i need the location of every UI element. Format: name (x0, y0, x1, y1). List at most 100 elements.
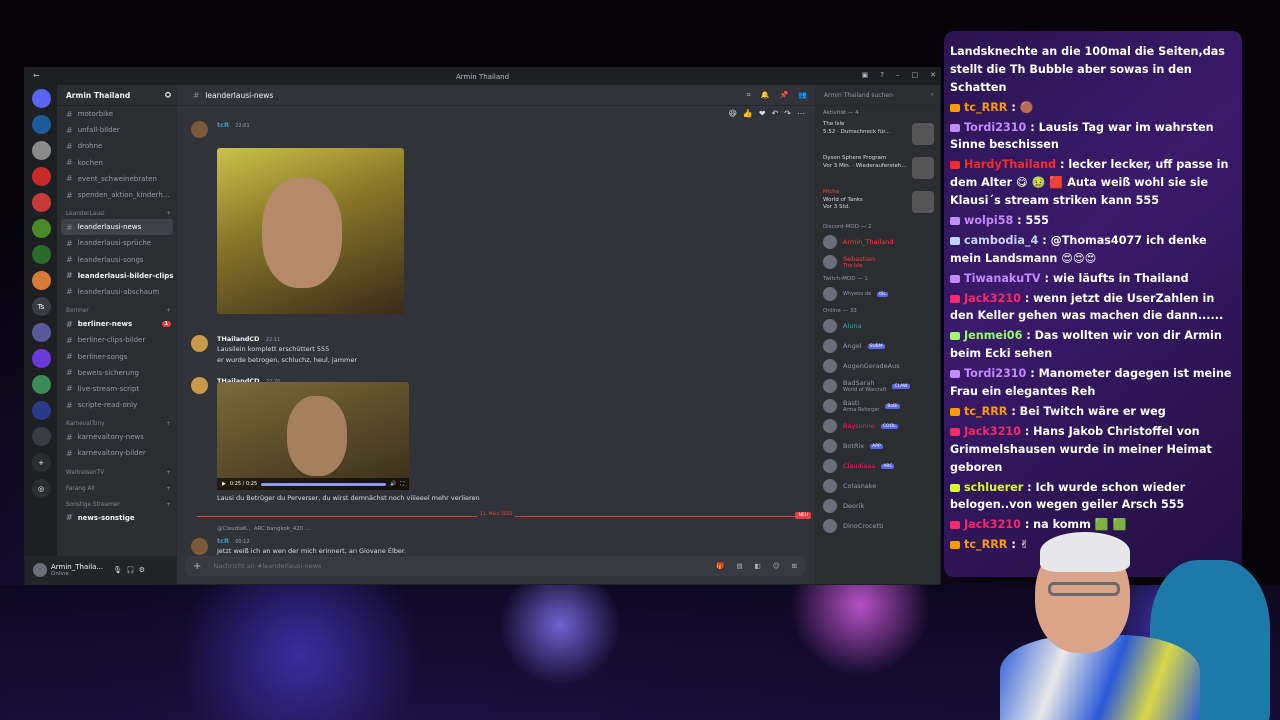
pin-icon[interactable]: 📌 (780, 91, 789, 100)
channel-item[interactable]: # live-stream-script (57, 381, 177, 397)
settings-icon[interactable]: ⚙ (139, 566, 145, 574)
channel-category[interactable]: KarnevalTony + (57, 413, 177, 429)
search-bar[interactable]: Armin Thailand suchen ⌕ (815, 85, 940, 106)
member-item[interactable]: AugenGeradeAus (815, 356, 940, 376)
member-item[interactable]: Angel SUBM (815, 336, 940, 356)
add-channel-icon[interactable]: + (166, 486, 171, 492)
channel-item[interactable]: # beweis-sicherung (57, 365, 177, 381)
server-icon[interactable] (31, 141, 51, 160)
channel-item[interactable]: # news-sonstige (57, 510, 177, 526)
channel-item[interactable]: # spenden_aktion_kinderh... (57, 187, 177, 203)
threads-icon[interactable]: ⌗ (747, 91, 751, 100)
message-input[interactable]: Nachricht an #leanderlausi-news (213, 562, 704, 570)
channel-item[interactable]: # karnevaltony-news (57, 429, 177, 445)
add-channel-icon[interactable]: + (166, 421, 171, 427)
channel-item[interactable]: # scripte-read-only (57, 397, 177, 413)
member-item[interactable]: Aluna (815, 316, 940, 336)
member-item[interactable]: Sebastian The Isle (815, 252, 940, 272)
activity-card[interactable]: The Isle 5:52 · Dumschneck für... (815, 118, 940, 152)
add-channel-icon[interactable]: + (166, 470, 171, 476)
server-icon[interactable] (31, 115, 51, 134)
channel-category[interactable]: LeanderLausi + (57, 203, 177, 219)
server-icon[interactable] (31, 193, 51, 212)
server-icon[interactable] (31, 427, 51, 446)
volume-icon[interactable]: 🔊 (390, 481, 396, 487)
back-icon[interactable]: ← (33, 71, 40, 80)
help-icon[interactable]: ? (880, 71, 884, 79)
video-progress[interactable] (261, 482, 387, 486)
activity-card[interactable]: Dyson Sphere Program Vor 3 Min. · Wiedera… (815, 152, 940, 186)
reaction-icon[interactable]: 😆 (729, 109, 737, 118)
server-icon[interactable] (31, 271, 51, 290)
server-icon[interactable] (31, 245, 51, 264)
channel-category[interactable]: Sonstige Streamer + (57, 494, 177, 510)
plus-icon[interactable]: + (193, 561, 201, 572)
channel-category[interactable]: Berliner + (57, 300, 177, 316)
server-icon[interactable] (31, 375, 51, 394)
play-icon[interactable]: ▶ (222, 481, 226, 487)
channel-item[interactable]: # leanderlausi-news (61, 219, 173, 236)
member-item[interactable]: Armin_Thailand (815, 232, 940, 252)
more-icon[interactable]: ⋯ (797, 109, 805, 118)
author-name[interactable]: THailandCD (217, 335, 260, 343)
apps-icon[interactable]: ⊞ (792, 562, 797, 570)
message-video[interactable]: ▶ 0:25 / 0:25 🔊 ⛶ (217, 382, 409, 490)
search-input[interactable]: Armin Thailand suchen (824, 92, 893, 99)
heart-icon[interactable]: ❤ (759, 109, 766, 118)
message-image[interactable] (217, 148, 404, 314)
add-channel-icon[interactable]: + (166, 211, 171, 217)
member-item[interactable]: Basti Arma Reforger BoBi (815, 396, 940, 416)
channel-item[interactable]: # leanderlausi-bilder-clips (57, 268, 177, 284)
close-icon[interactable]: ✕ (930, 71, 936, 79)
reply-icon[interactable]: ↶ (772, 109, 779, 118)
member-item[interactable]: Baysonne COOL (815, 416, 940, 436)
explore-icon[interactable]: ◎ (31, 479, 51, 498)
sticker-icon[interactable]: ◧ (755, 562, 761, 570)
channel-category[interactable]: WeltreisenTV + (57, 462, 177, 478)
channel-item[interactable]: # berliner-news 1 (57, 316, 177, 332)
reply-preview[interactable]: @ClaudiaK... ARC bangkok_420 ... (217, 526, 310, 532)
add-channel-icon[interactable]: + (166, 502, 171, 508)
server-icon[interactable] (31, 323, 51, 342)
thumbs-up-icon[interactable]: 👍 (743, 109, 753, 118)
channel-item[interactable]: # unfall-bilder (57, 122, 177, 138)
add-channel-icon[interactable]: + (166, 308, 171, 314)
member-item[interactable]: DinoCrocetti (815, 516, 940, 536)
add-friend-icon[interactable]: ⛭ (165, 90, 171, 100)
member-item[interactable]: Colasnake (815, 476, 940, 496)
member-item[interactable]: Whyeou.de ISL (815, 284, 940, 304)
members-icon[interactable]: 👥 (798, 91, 807, 100)
channel-item[interactable]: # event_schweinebraten (57, 171, 177, 187)
bell-icon[interactable]: 🔔 (761, 91, 770, 100)
member-item[interactable]: BotRix APP (815, 436, 940, 456)
channel-item[interactable]: # berliner-clips-bilder (57, 332, 177, 348)
channel-item[interactable]: # leanderlausi-songs (57, 252, 177, 268)
channel-item[interactable]: # drohne (57, 138, 177, 154)
channel-item[interactable]: # leanderlausi-abschaum (57, 284, 177, 300)
gif-icon[interactable]: ▤ (736, 562, 742, 570)
channel-item[interactable]: # leanderlausi-sprüche (57, 235, 177, 251)
channel-category[interactable]: Farang Ali + (57, 478, 177, 494)
server-icon[interactable] (31, 89, 51, 108)
member-item[interactable]: Claudiaaa ARC (815, 456, 940, 476)
channel-item[interactable]: # kochen (57, 155, 177, 171)
channel-item[interactable]: # motorbike (57, 106, 177, 122)
twitch-icon[interactable] (31, 349, 51, 368)
server-icon[interactable]: Ts (31, 297, 51, 316)
emoji-icon[interactable]: ☺ (773, 562, 780, 570)
avatar[interactable] (33, 563, 47, 577)
gift-icon[interactable]: 🎁 (716, 562, 724, 570)
mic-icon[interactable]: 🎙 (113, 566, 122, 574)
member-item[interactable]: Deorik (815, 496, 940, 516)
server-icon[interactable] (31, 167, 51, 186)
member-item[interactable]: BadSarah World of Warcraft CLAW (815, 376, 940, 396)
forward-icon[interactable]: ↷ (784, 109, 791, 118)
minimize-icon[interactable]: – (896, 71, 900, 79)
channel-item[interactable]: # karnevaltony-bilder (57, 445, 177, 461)
maximize-icon[interactable]: □ (912, 71, 919, 79)
server-icon[interactable] (31, 219, 51, 238)
server-header[interactable]: Armin Thailand ⛭ (57, 85, 177, 106)
inbox-icon[interactable]: ▣ (862, 71, 869, 79)
activity-card[interactable]: Micha World of Tanks Vor 3 Std. (815, 186, 940, 220)
fullscreen-icon[interactable]: ⛶ (400, 481, 404, 487)
